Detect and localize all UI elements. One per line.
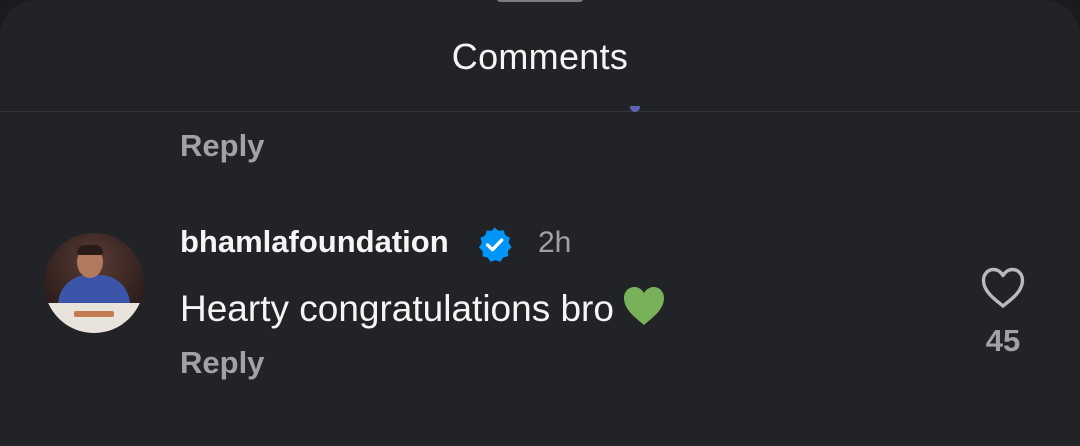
comments-sheet: Comments Reply bhamlafoundation 2h Heart… — [0, 0, 1080, 446]
avatar-podium-mark — [74, 311, 114, 317]
avatar-podium-shape — [44, 303, 144, 333]
comment-timestamp: 2h — [538, 226, 572, 259]
heart-outline-icon[interactable] — [980, 266, 1026, 310]
green-heart-emoji-icon — [623, 287, 664, 325]
like-count: 45 — [985, 323, 1021, 358]
comment-reply-button[interactable]: Reply — [180, 345, 264, 381]
avatar-hair-shape — [77, 245, 103, 255]
comment-username[interactable]: bhamlafoundation — [180, 224, 449, 260]
comment-body: Hearty congratulations bro — [180, 285, 666, 330]
previous-comment-reply-button[interactable]: Reply — [180, 128, 264, 164]
avatar[interactable] — [44, 233, 144, 333]
verified-badge-icon — [478, 227, 512, 262]
comment-text: Hearty congratulations bro — [180, 288, 614, 329]
sheet-title: Comments — [451, 36, 629, 77]
sheet-header: Comments — [0, 0, 1080, 112]
